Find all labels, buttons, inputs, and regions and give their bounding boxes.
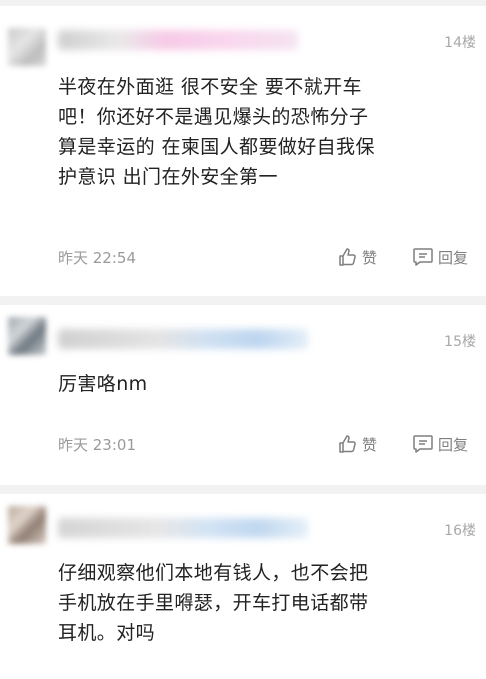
floor-number: 15楼	[444, 334, 476, 350]
like-button[interactable]: 赞	[338, 242, 377, 272]
comment-item-14: 14楼 半夜在外面逛 很不安全 要不就开车 吧！你还好不是遇见爆头的恐怖分子 算…	[0, 6, 486, 296]
comment-divider	[0, 485, 486, 494]
avatar[interactable]	[8, 28, 46, 66]
comment-text-line: 厉害咯nm	[58, 373, 148, 395]
username-blurred[interactable]	[58, 518, 308, 538]
like-label: 赞	[362, 248, 378, 267]
like-label: 赞	[362, 435, 378, 454]
username-blurred[interactable]	[58, 30, 298, 50]
comment-text-line: 吧！你还好不是遇见爆头的恐怖分子	[58, 106, 369, 128]
avatar[interactable]	[8, 506, 46, 544]
comment-item-15: 15楼 厉害咯nm 昨天 23:01 赞 回复	[0, 305, 486, 485]
reply-bubble-icon	[413, 435, 433, 453]
comment-item-16: 16楼 仔细观察他们本地有钱人，也不会把 手机放在手里嘚瑟，开车打电话都带 耳机…	[0, 494, 486, 679]
thumbs-up-icon	[339, 435, 356, 453]
comment-text-line: 算是幸运的 在柬国人都要做好自我保	[58, 136, 375, 158]
thumbs-up-icon	[339, 248, 356, 266]
comment-text-line: 仔细观察他们本地有钱人，也不会把	[58, 562, 369, 584]
reply-button[interactable]: 回复	[412, 242, 468, 272]
comment-text-line: 半夜在外面逛 很不安全 要不就开车	[58, 76, 362, 98]
avatar[interactable]	[8, 317, 46, 355]
comment-divider	[0, 296, 486, 305]
comment-text: 厉害咯nm	[58, 369, 468, 399]
comment-text-line: 手机放在手里嘚瑟，开车打电话都带	[58, 592, 369, 614]
reply-label: 回复	[438, 435, 469, 454]
floor-number: 16楼	[444, 523, 476, 539]
comment-meta: 昨天 23:01 赞 回复	[0, 429, 486, 459]
comment-text-line: 护意识 出门在外安全第一	[58, 166, 278, 188]
like-button[interactable]: 赞	[338, 429, 377, 459]
comment-text: 仔细观察他们本地有钱人，也不会把 手机放在手里嘚瑟，开车打电话都带 耳机。对吗	[58, 558, 468, 648]
reply-bubble-icon	[413, 248, 433, 266]
reply-button[interactable]: 回复	[412, 429, 468, 459]
reply-label: 回复	[438, 248, 469, 267]
floor-number: 14楼	[444, 35, 476, 51]
comment-meta: 昨天 22:54 赞 回复	[0, 242, 486, 272]
comment-time: 昨天 22:54	[58, 249, 136, 267]
comment-text: 半夜在外面逛 很不安全 要不就开车 吧！你还好不是遇见爆头的恐怖分子 算是幸运的…	[58, 72, 468, 192]
comment-time: 昨天 23:01	[58, 436, 136, 454]
comment-text-line: 耳机。对吗	[58, 622, 156, 644]
username-blurred[interactable]	[58, 329, 308, 349]
